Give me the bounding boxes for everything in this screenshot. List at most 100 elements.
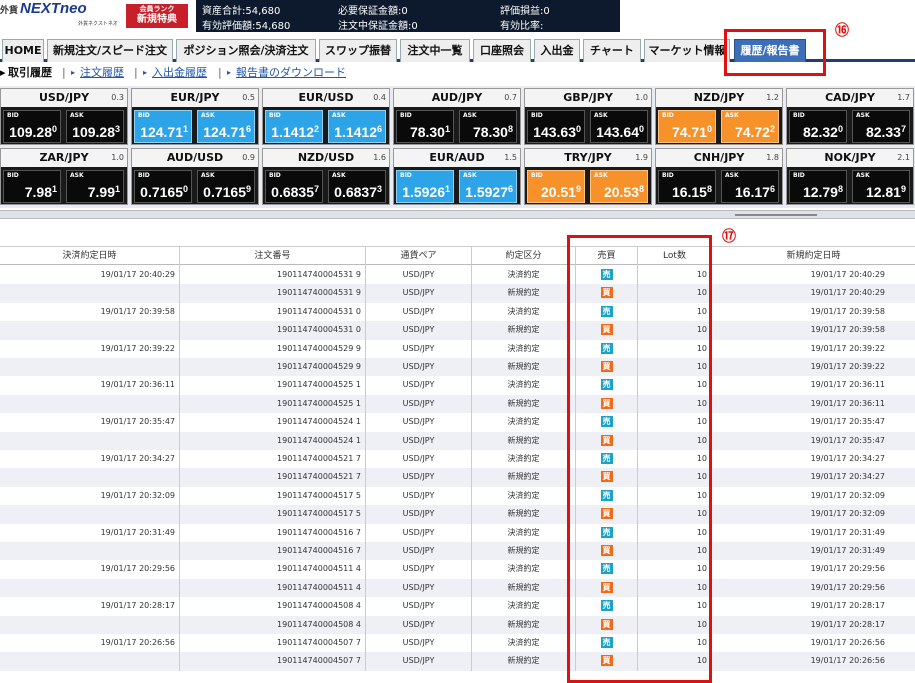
rate-tile[interactable]: EUR/JPY 0.5 BID 124.711 ASK 124.716 (131, 88, 259, 145)
table-row[interactable]: 19/01/17 20:39:22 190114740004529 9 USD/JP… (0, 339, 915, 358)
table-row[interactable]: 190114740004525 1 USD/JPY 新規約定買 10 19/01/17 … (0, 394, 915, 414)
subnav-current[interactable]: 取引履歴 (8, 63, 52, 83)
ask-button[interactable]: ASK 0.68373 (328, 170, 386, 203)
tab-new-order[interactable]: 新規注文/スピード注文 (47, 39, 173, 62)
table-row[interactable]: 190114740004517 5 USD/JPY 新規約定買 10 19/01/17 … (0, 505, 915, 524)
tab-swap[interactable]: スワップ振替 (319, 39, 397, 62)
tab-home[interactable]: HOME (2, 39, 44, 62)
table-row[interactable]: 190114740004521 7 USD/JPY 新規約定買 10 19/01/17 … (0, 468, 915, 487)
rate-tile[interactable]: TRY/JPY 1.9 BID 20.519 ASK 20.538 (524, 148, 652, 205)
bid-button[interactable]: BID 1.59261 (396, 170, 454, 203)
kind-cell: 決済約定 (472, 634, 576, 653)
ask-label: ASK (594, 112, 608, 119)
subnav-order-history[interactable]: 注文履歴 (80, 63, 124, 83)
link-arrow-icon: ▸ (227, 68, 232, 77)
bid-button[interactable]: BID 1.14122 (265, 110, 323, 143)
tab-deposit[interactable]: 入出金 (534, 39, 580, 62)
tab-account[interactable]: 口座照会 (473, 39, 531, 62)
ask-price: 20.538 (604, 184, 644, 200)
table-row[interactable]: 19/01/17 20:34:27 190114740004521 7 USD/JP… (0, 450, 915, 469)
rate-tile[interactable]: EUR/AUD 1.5 BID 1.59261 ASK 1.59276 (393, 148, 521, 205)
member-rank-badge[interactable]: 会員ランク 新規特典 (126, 4, 188, 28)
table-row[interactable]: 19/01/17 20:32:09 190114740004517 5 USD/JP… (0, 486, 915, 506)
rate-tile[interactable]: CNH/JPY 1.8 BID 16.158 ASK 16.176 (655, 148, 783, 205)
bid-button[interactable]: BID 7.981 (3, 170, 61, 203)
rate-tile[interactable]: AUD/USD 0.9 BID 0.71650 ASK 0.71659 (131, 148, 259, 205)
ask-button[interactable]: ASK 16.176 (721, 170, 779, 203)
table-row[interactable]: 19/01/17 20:29:56 190114740004511 4 USD/JP… (0, 560, 915, 579)
rate-tile[interactable]: GBP/JPY 1.0 BID 143.630 ASK 143.640 (524, 88, 652, 145)
table-row[interactable]: 19/01/17 20:36:11 190114740004525 1 USD/JP… (0, 376, 915, 395)
col-open-time[interactable]: 新規約定日時 (712, 247, 915, 266)
ask-button[interactable]: ASK 0.71659 (197, 170, 255, 203)
bid-button[interactable]: BID 16.158 (658, 170, 716, 203)
ask-button[interactable]: ASK 124.716 (197, 110, 255, 143)
subnav-report-download[interactable]: 報告書のダウンロード (236, 63, 346, 83)
ask-button[interactable]: ASK 7.991 (66, 170, 124, 203)
ask-button[interactable]: ASK 20.538 (590, 170, 648, 203)
table-row[interactable]: 190114740004529 9 USD/JPY 新規約定買 10 19/01/17 … (0, 358, 915, 377)
bid-button[interactable]: BID 124.711 (134, 110, 192, 143)
tab-positions[interactable]: ポジション照会/決済注文 (176, 39, 316, 62)
tab-open-orders[interactable]: 注文中一覧 (400, 39, 470, 62)
table-row[interactable]: 190114740004516 7 USD/JPY 新規約定買 10 19/01/17 … (0, 542, 915, 561)
resize-grip[interactable] (735, 214, 817, 216)
subnav-deposit-history[interactable]: 入出金履歴 (152, 63, 207, 83)
table-row[interactable]: 19/01/17 20:26:56 190114740004507 7 USD/JP… (0, 634, 915, 653)
ask-main: 82.33 (865, 124, 901, 140)
ask-button[interactable]: ASK 1.14126 (328, 110, 386, 143)
bid-button[interactable]: BID 20.519 (527, 170, 585, 203)
rate-tile[interactable]: ZAR/JPY 1.0 BID 7.981 ASK 7.991 (0, 148, 128, 205)
bid-button[interactable]: BID 143.630 (527, 110, 585, 143)
ask-price: 143.640 (596, 124, 644, 140)
bid-button[interactable]: BID 78.301 (396, 110, 454, 143)
pair-label: TRY/JPY (564, 151, 612, 164)
table-row[interactable]: 190114740004507 7 USD/JPY 新規約定買 10 19/01/17 … (0, 652, 915, 671)
table-row[interactable]: 190114740004511 4 USD/JPY 新規約定買 10 19/01/17 … (0, 578, 915, 598)
table-row[interactable]: 190114740004531 0 USD/JPY 新規約定買 10 19/01/17 … (0, 321, 915, 340)
ask-button[interactable]: ASK 109.283 (66, 110, 124, 143)
rate-tile[interactable]: CAD/JPY 1.7 BID 82.320 ASK 82.337 (786, 88, 914, 145)
ask-button[interactable]: ASK 74.722 (721, 110, 779, 143)
ask-label: ASK (594, 172, 608, 179)
bid-button[interactable]: BID 0.71650 (134, 170, 192, 203)
panel-divider[interactable] (0, 210, 915, 219)
table-row[interactable]: 190114740004531 9 USD/JPY 新規約定買 10 19/01/17 … (0, 284, 915, 303)
bid-main: 0.6835 (271, 184, 314, 200)
tab-chart[interactable]: チャート (583, 39, 641, 62)
bid-button[interactable]: BID 74.710 (658, 110, 716, 143)
ask-button[interactable]: ASK 78.308 (459, 110, 517, 143)
subnav-separator: | (62, 66, 66, 79)
bid-price: 143.630 (533, 124, 581, 140)
table-row[interactable]: 190114740004524 1 USD/JPY 新規約定買 10 19/01/17 … (0, 431, 915, 450)
tab-market-info[interactable]: マーケット情報 (644, 39, 730, 62)
rate-tile[interactable]: AUD/JPY 0.7 BID 78.301 ASK 78.308 (393, 88, 521, 145)
table-row[interactable]: 190114740004508 4 USD/JPY 新規約定買 10 19/01/17 … (0, 615, 915, 634)
bid-button[interactable]: BID 82.320 (789, 110, 847, 143)
pair-cell: USD/JPY (366, 284, 472, 303)
ask-button[interactable]: ASK 82.337 (852, 110, 910, 143)
ask-button[interactable]: ASK 12.819 (852, 170, 910, 203)
rate-tile[interactable]: USD/JPY 0.3 BID 109.280 ASK 109.283 (0, 88, 128, 145)
table-row[interactable]: 19/01/17 20:39:58 190114740004531 0 USD/JP… (0, 302, 915, 322)
bid-button[interactable]: BID 109.280 (3, 110, 61, 143)
bid-button[interactable]: BID 0.68357 (265, 170, 323, 203)
rate-tile[interactable]: NZD/USD 1.6 BID 0.68357 ASK 0.68373 (262, 148, 390, 205)
link-arrow-icon: ▸ (71, 68, 76, 77)
order-no-cell: 190114740004531 0 (180, 302, 366, 322)
table-row[interactable]: 19/01/17 20:31:49 190114740004516 7 USD/JP… (0, 523, 915, 542)
ask-button[interactable]: ASK 1.59276 (459, 170, 517, 203)
table-row[interactable]: 19/01/17 20:35:47 190114740004524 1 USD/JP… (0, 413, 915, 432)
rate-tile[interactable]: NOK/JPY 2.1 BID 12.798 ASK 12.819 (786, 148, 914, 205)
col-order-no[interactable]: 注文番号 (180, 247, 366, 266)
rate-tile[interactable]: NZD/JPY 1.2 BID 74.710 ASK 74.722 (655, 88, 783, 145)
ask-button[interactable]: ASK 143.640 (590, 110, 648, 143)
col-pair[interactable]: 通貨ペア (366, 247, 472, 266)
bid-button[interactable]: BID 12.798 (789, 170, 847, 203)
rate-tile[interactable]: EUR/USD 0.4 BID 1.14122 ASK 1.14126 (262, 88, 390, 145)
col-kind[interactable]: 約定区分 (472, 247, 576, 266)
table-row[interactable]: 19/01/17 20:40:29 190114740004531 9 USD/JP… (0, 266, 915, 285)
pair-label: USD/JPY (38, 91, 90, 104)
table-row[interactable]: 19/01/17 20:28:17 190114740004508 4 USD/JP… (0, 597, 915, 616)
col-settle-time[interactable]: 決済約定日時 (0, 247, 180, 266)
